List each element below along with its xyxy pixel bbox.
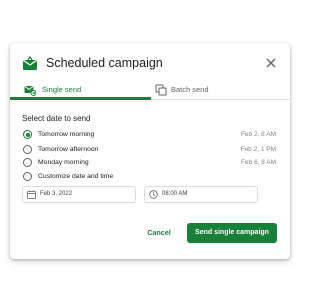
dialog-title: Scheduled campaign bbox=[46, 56, 163, 70]
section-title: Select date to send bbox=[22, 114, 91, 123]
calendar-icon bbox=[27, 190, 36, 199]
date-picker-field[interactable]: Feb 3, 2022 bbox=[22, 186, 136, 203]
cancel-button[interactable]: Cancel bbox=[138, 223, 180, 243]
option-label: Monday morning bbox=[38, 159, 89, 166]
dialog-header: Scheduled campaign bbox=[10, 43, 290, 83]
tab-single-send-label: Single send bbox=[42, 85, 82, 94]
copy-stack-icon bbox=[155, 84, 167, 96]
tab-batch-send-label: Batch send bbox=[171, 85, 209, 94]
close-icon[interactable] bbox=[264, 56, 278, 70]
radio-button[interactable] bbox=[23, 145, 32, 154]
date-value: Feb 3, 2022 bbox=[40, 191, 73, 197]
scheduled-campaign-dialog: Scheduled campaign Single send Batch sen… bbox=[10, 43, 290, 259]
option-date: Feb 2, 8 AM bbox=[240, 131, 276, 138]
option-label: Customize date and time bbox=[38, 173, 114, 180]
tab-single-send[interactable]: Single send bbox=[10, 79, 151, 100]
envelope-send-icon bbox=[24, 85, 36, 96]
envelope-schedule-icon bbox=[22, 55, 38, 70]
time-picker-field[interactable]: 08:00 AM bbox=[144, 186, 258, 203]
time-value: 08:00 AM bbox=[162, 191, 188, 197]
tab-batch-send[interactable]: Batch send bbox=[151, 79, 290, 100]
radio-button[interactable] bbox=[23, 172, 32, 181]
clock-icon bbox=[149, 190, 158, 199]
active-tab-indicator bbox=[10, 97, 151, 100]
option-date: Feb 2, 1 PM bbox=[240, 146, 276, 153]
option-tomorrow-afternoon[interactable]: Tomorrow afternoon Feb 2, 1 PM bbox=[10, 143, 290, 157]
send-mode-tabs: Single send Batch send bbox=[10, 79, 290, 100]
send-single-campaign-button[interactable]: Send single campaign bbox=[187, 223, 277, 243]
option-monday-morning[interactable]: Monday morning Feb 6, 8 AM bbox=[10, 156, 290, 170]
option-label: Tomorrow morning bbox=[38, 131, 95, 138]
option-tomorrow-morning[interactable]: Tomorrow morning Feb 2, 8 AM bbox=[10, 128, 290, 142]
option-customize-date-time[interactable]: Customize date and time bbox=[10, 170, 290, 184]
radio-button[interactable] bbox=[23, 158, 32, 167]
option-label: Tomorrow afternoon bbox=[38, 146, 99, 153]
option-date: Feb 6, 8 AM bbox=[240, 159, 276, 166]
radio-button-selected[interactable] bbox=[23, 130, 32, 139]
